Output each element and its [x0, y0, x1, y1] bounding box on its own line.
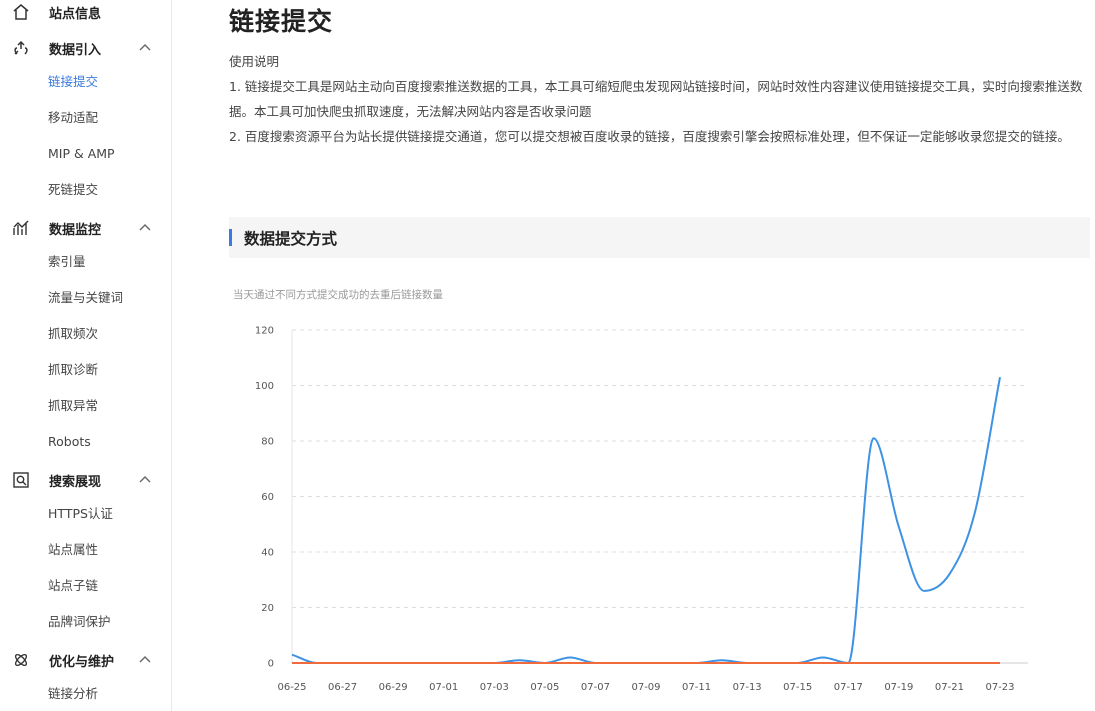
- x-tick-label: 07-03: [480, 682, 509, 693]
- sidebar-item-index[interactable]: 索引量: [48, 253, 86, 271]
- sidebar-group-data-monitor[interactable]: 数据监控: [0, 216, 171, 240]
- instructions-line-2: 2. 百度搜索资源平台为站长提供链接提交通道，您可以提交想被百度收录的链接，百度…: [229, 129, 1070, 144]
- sidebar-item-link-submit[interactable]: 链接提交: [48, 73, 98, 91]
- sidebar-item-crawl-frequency[interactable]: 抓取频次: [48, 325, 98, 343]
- chevron-up-icon[interactable]: [137, 652, 153, 668]
- sidebar-group-search-display[interactable]: 搜索展现: [0, 468, 171, 492]
- x-tick-label: 06-27: [328, 682, 357, 693]
- x-tick-label: 07-11: [682, 682, 711, 693]
- sidebar-item-sitelinks[interactable]: 站点子链: [48, 577, 98, 595]
- x-tick-label: 07-07: [581, 682, 610, 693]
- link-upload-icon: [12, 39, 30, 57]
- y-tick-label: 120: [255, 326, 274, 337]
- sidebar-item-crawl-diagnosis[interactable]: 抓取诊断: [48, 361, 98, 379]
- sidebar-item-dead-link[interactable]: 死链提交: [48, 181, 98, 199]
- sidebar-item-crawl-errors[interactable]: 抓取异常: [48, 397, 98, 415]
- sidebar-group-label: 优化与维护: [49, 654, 115, 670]
- chevron-up-icon[interactable]: [137, 220, 153, 236]
- monitor-chart-icon: [12, 219, 30, 237]
- x-tick-label: 07-19: [884, 682, 913, 693]
- instructions-line-1: 1. 链接提交工具是网站主动向百度搜索推送数据的工具，本工具可缩短爬虫发现网站链…: [229, 79, 1083, 119]
- x-tick-label: 07-17: [834, 682, 863, 693]
- sidebar-group-label: 搜索展现: [49, 474, 102, 490]
- y-tick-label: 0: [268, 659, 274, 670]
- section-header: 数据提交方式: [229, 217, 1090, 258]
- x-tick-label: 07-15: [783, 682, 812, 693]
- y-tick-label: 40: [261, 548, 274, 559]
- sidebar-item-robots[interactable]: Robots: [48, 433, 91, 451]
- x-tick-label: 06-29: [379, 682, 408, 693]
- sidebar-item-mobile-adapt[interactable]: 移动适配: [48, 109, 98, 127]
- y-tick-label: 80: [261, 437, 274, 448]
- x-tick-label: 07-13: [733, 682, 762, 693]
- x-tick-label: 06-25: [277, 682, 306, 693]
- sidebar-group-data-import[interactable]: 数据引入: [0, 36, 171, 60]
- chevron-up-icon[interactable]: [137, 472, 153, 488]
- chevron-up-icon[interactable]: [137, 40, 153, 56]
- y-tick-label: 100: [255, 381, 274, 392]
- sidebar-group-optimize[interactable]: 优化与维护: [0, 648, 171, 672]
- optimize-icon: [12, 651, 30, 669]
- x-tick-label: 07-21: [935, 682, 964, 693]
- sidebar-group-site-info[interactable]: 站点信息: [0, 0, 171, 24]
- x-tick-label: 07-09: [631, 682, 660, 693]
- sidebar: 站点信息 数据引入 链接提交 移动适配 MIP & AMP 死链提交 数据监控 …: [0, 0, 172, 711]
- chart-subtitle: 当天通过不同方式提交成功的去重后链接数量: [233, 289, 443, 301]
- x-tick-label: 07-05: [530, 682, 559, 693]
- page-title: 链接提交: [229, 7, 334, 36]
- sidebar-item-https[interactable]: HTTPS认证: [48, 505, 113, 523]
- instructions-heading: 使用说明: [229, 54, 280, 69]
- sidebar-group-label: 数据引入: [49, 42, 102, 58]
- x-tick-label: 07-23: [985, 682, 1014, 693]
- sidebar-group-label: 数据监控: [49, 222, 102, 238]
- home-icon: [12, 3, 30, 21]
- instructions: 使用说明 1. 链接提交工具是网站主动向百度搜索推送数据的工具，本工具可缩短爬虫…: [229, 49, 1091, 149]
- x-tick-label: 07-01: [429, 682, 458, 693]
- search-display-icon: [12, 471, 30, 489]
- section-title: 数据提交方式: [244, 230, 338, 248]
- y-tick-label: 60: [261, 492, 274, 503]
- submission-line-chart: 0 20 40 60 80 100 120 06-25 06-27 06-29 07-01 07-03…: [255, 326, 1028, 693]
- sidebar-item-link-analysis[interactable]: 链接分析: [48, 685, 98, 703]
- sidebar-item-brand-protection[interactable]: 品牌词保护: [48, 613, 111, 631]
- sidebar-item-site-attributes[interactable]: 站点属性: [48, 541, 98, 559]
- section-accent-bar: [229, 229, 232, 246]
- y-tick-label: 20: [261, 603, 274, 614]
- sidebar-item-mip-amp[interactable]: MIP & AMP: [48, 145, 115, 163]
- sidebar-group-label: 站点信息: [49, 6, 102, 22]
- sidebar-item-traffic-keywords[interactable]: 流量与关键词: [48, 289, 123, 307]
- series-line-1: [291, 376, 1001, 665]
